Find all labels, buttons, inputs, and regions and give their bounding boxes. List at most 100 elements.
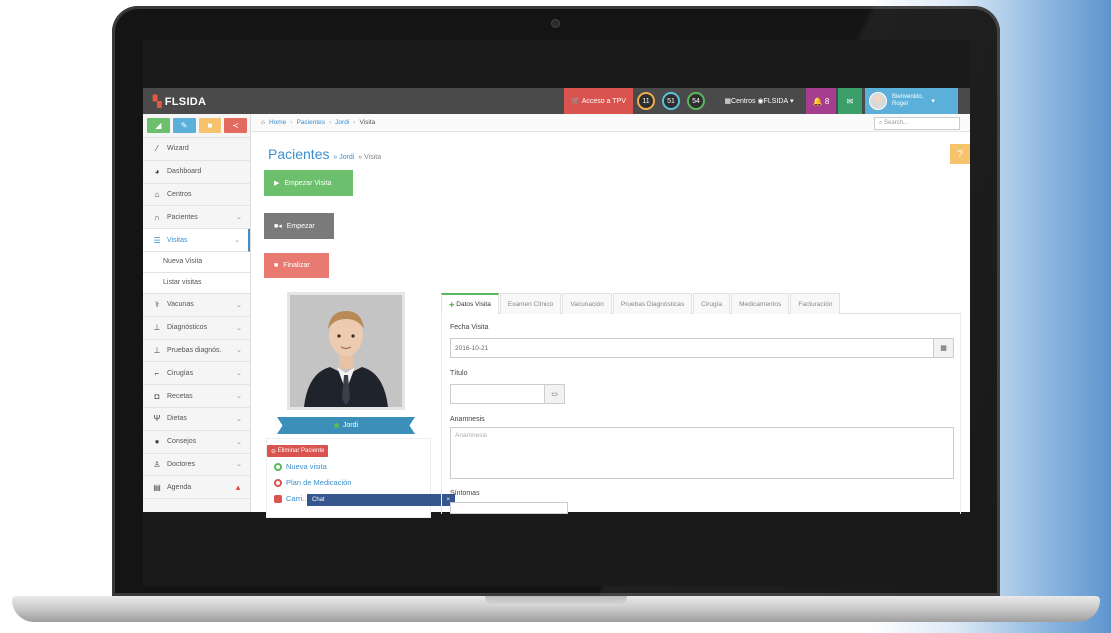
breadcrumb-separator: › — [329, 119, 332, 126]
chevron-down-icon: ▾ — [790, 98, 794, 105]
cutlery-icon: Ψ — [153, 414, 161, 424]
sidebar-item-label: Consejos — [167, 438, 197, 446]
chevron-down-icon: ⌄ — [236, 301, 242, 309]
users-icon: ■ — [207, 121, 213, 130]
syringe-icon: ⚕ — [154, 300, 160, 310]
tab-pruebas-diagnosticas[interactable]: Pruebas Diagnósticas — [612, 293, 693, 314]
dashboard-icon: ◕ — [154, 167, 160, 177]
sidebar-item-consejos[interactable]: ● Consejos ⌄ — [143, 431, 250, 454]
sidebar-item-centros[interactable]: ⌂ Centros — [143, 184, 250, 207]
chat-widget[interactable]: Chat × — [307, 494, 455, 506]
delete-patient-button[interactable]: ⊖ Eliminar Paciente — [267, 445, 329, 457]
edit-shortcut-button[interactable]: ✎ — [172, 118, 196, 133]
sintomas-field[interactable] — [450, 502, 568, 514]
laptop-base-notch — [485, 596, 627, 606]
sidebar-item-recetas[interactable]: ◘ Recetas ⌄ — [143, 385, 250, 408]
sidebar-item-label: Diagnósticos — [167, 324, 208, 332]
sidebar-item-dashboard[interactable]: ◕ Dashboard — [143, 161, 250, 184]
users-shortcut-button[interactable]: ■ — [198, 118, 222, 133]
calendar-icon[interactable]: ▦ — [933, 339, 953, 357]
sidebar-item-pruebas[interactable]: ⊥ Pruebas diagnós. ⌄ — [143, 340, 250, 363]
visit-tabs: ✚ Datos Visita Examen Clínico Vacunación… — [441, 293, 961, 314]
start-visit-label: Empezar Visita — [284, 179, 332, 187]
tab-examen-clinico[interactable]: Examen Clínico — [499, 293, 562, 314]
sintomas-label: Síntomas — [450, 490, 480, 497]
sidebar-item-cirugias[interactable]: ⌐ Cirugías ⌄ — [143, 362, 250, 386]
flask-icon: ⊥ — [153, 345, 161, 355]
play-icon: ▶ — [274, 180, 280, 187]
counter-badge-orange[interactable]: 11 — [637, 92, 655, 110]
sidebar-item-dietas[interactable]: Ψ Dietas ⌄ — [143, 408, 250, 431]
tab-cirugia[interactable]: Cirugía — [693, 293, 731, 314]
medication-plan-link[interactable]: Plan de Medicación — [274, 478, 351, 487]
sidebar-item-diagnosticos[interactable]: ⊥ Diagnósticos ⌄ — [143, 317, 250, 340]
sidebar-item-nueva-visita[interactable]: Nueva Visita — [143, 251, 250, 273]
tab-vacunacion[interactable]: Vacunación — [562, 293, 612, 314]
keyboard-icon: ▭ — [544, 385, 564, 403]
tpv-access-button[interactable]: 🛒 Acceso a TPV — [564, 88, 633, 114]
sidebar-item-vacunas[interactable]: ⚕ Vacunas ⌄ — [143, 294, 250, 317]
sidebar-item-label: Recetas — [167, 392, 193, 400]
sidebar-item-agenda[interactable]: ▤ Agenda ▲ — [143, 476, 250, 500]
sidebar-item-listar-visitas[interactable]: Listar visitas — [143, 272, 250, 294]
chevron-down-icon: ⌄ — [234, 237, 240, 245]
chevron-down-icon: ⌄ — [236, 347, 242, 355]
sidebar-item-label: Nueva Visita — [163, 258, 203, 266]
search-input[interactable]: ⌕ Search... — [874, 117, 960, 130]
page-subtitle-current: » Visita — [358, 154, 382, 161]
sidebar-item-pacientes[interactable]: ∩ Pacientes ⌄ — [143, 206, 250, 230]
chart-shortcut-button[interactable]: ◢ — [147, 118, 170, 133]
sidebar-item-doctores[interactable]: ♙ Doctores ⌄ — [143, 454, 250, 477]
breadcrumb-separator: › — [353, 119, 356, 126]
app-window: ▚ FLSIDA 🛒 Acceso a TPV 11 51 54 ▦ Centros… — [143, 88, 970, 518]
patient-photo — [287, 292, 405, 410]
sidebar-item-label: Doctores — [167, 460, 196, 468]
user-icon: ♙ — [153, 459, 161, 469]
messages-button[interactable]: ✉ — [838, 88, 862, 114]
breadcrumb-current: Visita — [359, 119, 376, 126]
minus-circle-icon: ⊖ — [271, 448, 278, 455]
centros-dropdown[interactable]: ▦ Centros ◉ FLSIDA ▾ — [715, 88, 803, 114]
start-visit-button[interactable]: ▶ Empezar Visita — [264, 170, 353, 196]
tab-medicamentos[interactable]: Medicamentos — [731, 293, 790, 314]
share-shortcut-button[interactable]: ≺ — [224, 118, 247, 133]
sidebar-item-wizard[interactable]: ⁄ Wizard — [143, 138, 250, 161]
building-icon: ▦ — [724, 98, 732, 105]
breadcrumb-home[interactable]: Home — [269, 119, 286, 126]
delete-patient-label: Eliminar Paciente — [277, 448, 325, 454]
fecha-visita-field[interactable]: 2016-10-21 ▦ — [450, 338, 954, 358]
counter-badge-blue[interactable]: 51 — [662, 92, 680, 110]
sidebar-item-label: Cirugías — [167, 369, 194, 377]
sidebar-item-visitas[interactable]: ☰ Visitas ⌄ — [143, 229, 250, 252]
chart-icon: ◢ — [155, 121, 162, 130]
tab-label: Examen Clínico — [507, 300, 554, 308]
brand-logo[interactable]: ▚ FLSIDA — [153, 95, 206, 108]
new-visit-link[interactable]: Nueva visita — [274, 462, 327, 471]
finish-button[interactable]: ■ Finalizar — [264, 253, 329, 278]
titulo-field[interactable]: ▭ — [450, 384, 565, 404]
camera-icon: ◘ — [154, 391, 160, 401]
notifications-button[interactable]: 🔔 8 — [806, 88, 836, 114]
user-menu[interactable]: Bienvenido, Roger ▾ — [865, 88, 958, 114]
breadcrumb-separator: › — [290, 119, 293, 126]
start-video-button[interactable]: ■◂ Empezar — [264, 213, 334, 239]
chevron-down-icon: ▾ — [931, 98, 935, 105]
breadcrumb-patient[interactable]: Jordi — [335, 119, 349, 126]
sidebar-shortcuts: ◢ ✎ ■ ≺ — [143, 114, 250, 138]
tab-facturacion[interactable]: Facturación — [790, 293, 841, 314]
status-dot-icon — [333, 423, 339, 428]
anamnesis-field[interactable]: Anamnesis — [450, 427, 954, 479]
user-greeting: Bienvenido, — [892, 94, 924, 100]
page-subtitle-patient[interactable]: » Jordi — [333, 154, 354, 161]
counter-badge-green[interactable]: 54 — [687, 92, 705, 110]
anamnesis-label: Anamnesis — [450, 416, 485, 423]
sidebar-item-label: Vacunas — [167, 301, 194, 309]
cart-link[interactable]: Carri... — [274, 494, 309, 503]
video-camera-icon: ■◂ — [274, 223, 282, 230]
stop-icon: ■ — [274, 262, 279, 269]
breadcrumb-pacientes[interactable]: Pacientes — [296, 119, 325, 126]
tab-datos-visita[interactable]: ✚ Datos Visita — [441, 293, 499, 314]
fecha-visita-label: Fecha Visita — [450, 324, 489, 331]
main-content: ⌂ Home › Pacientes › Jordi › Visita ⌕ Searc… — [251, 114, 970, 518]
help-button[interactable]: ? — [950, 144, 970, 164]
